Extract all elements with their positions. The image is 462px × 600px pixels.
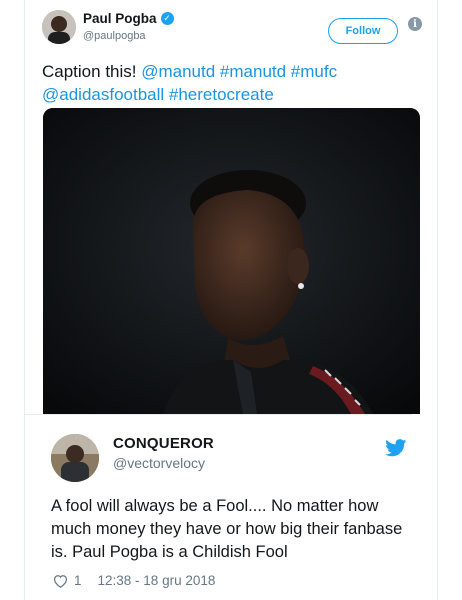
author-handle[interactable]: @paulpogba xyxy=(83,30,146,42)
twitter-bird-icon[interactable] xyxy=(385,439,407,457)
tweet-text: Caption this! @manutd #manutd #mufc @adi… xyxy=(42,60,422,106)
reply-author-name[interactable]: CONQUEROR xyxy=(113,435,214,452)
info-icon[interactable]: i xyxy=(408,17,422,31)
tweet-photo[interactable] xyxy=(43,108,420,414)
tweet-links-line2[interactable]: @adidasfootball #heretocreate xyxy=(42,85,274,104)
reply-tweet-text: A fool will always be a Fool.... No matt… xyxy=(51,497,403,561)
reply-tweet-card[interactable]: CONQUEROR @vectorvelocy A fool will alwa… xyxy=(25,414,412,597)
verified-badge-icon: ✓ xyxy=(160,12,174,25)
tweet-text-plain: Caption this! xyxy=(42,62,142,81)
reply-meta-row: 1 12:38 - 18 gru 2018 xyxy=(53,573,215,588)
author-name[interactable]: Paul Pogba ✓ xyxy=(83,11,174,26)
reply-author-avatar[interactable] xyxy=(51,434,99,482)
author-avatar[interactable] xyxy=(42,10,76,44)
follow-button[interactable]: Follow xyxy=(328,18,398,44)
heart-icon[interactable] xyxy=(53,574,68,588)
reply-timestamp[interactable]: 12:38 - 18 gru 2018 xyxy=(98,573,216,588)
tweet-links-line1[interactable]: @manutd #manutd #mufc xyxy=(141,62,337,81)
reply-author-handle[interactable]: @vectorvelocy xyxy=(113,455,205,471)
like-count[interactable]: 1 xyxy=(74,573,82,588)
